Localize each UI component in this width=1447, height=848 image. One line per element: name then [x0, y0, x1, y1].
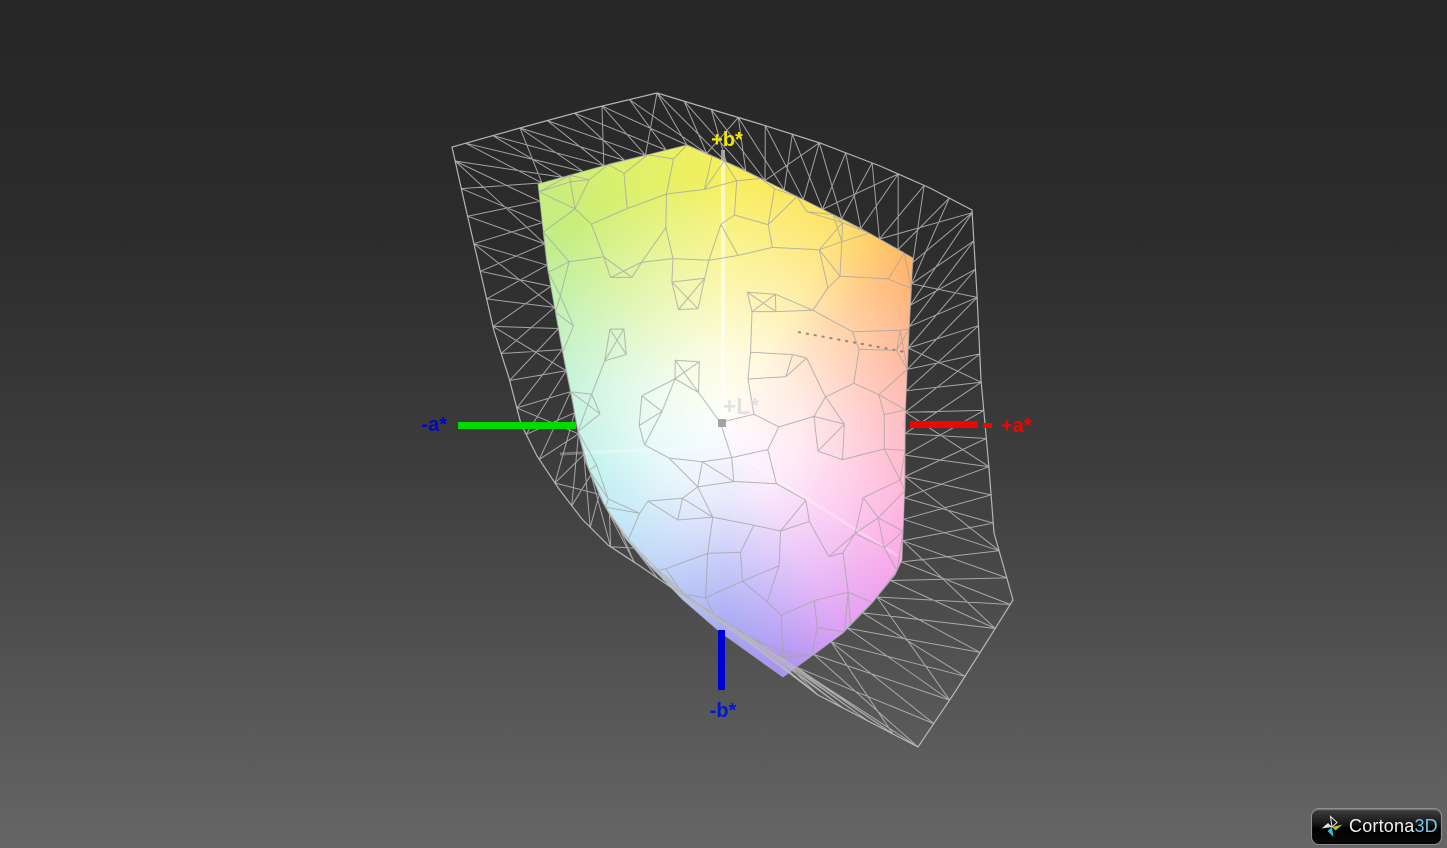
hidden-axis-dashes [797, 331, 906, 353]
axis-line-pos-a [910, 421, 978, 428]
origin-marker [718, 419, 726, 427]
brand-text: Cortona [1349, 816, 1415, 836]
axis-line-pos-a-dash [983, 423, 992, 428]
axis-label-pos-a: +a* [1001, 415, 1032, 437]
axis-label-pos-b: +b* [711, 129, 743, 151]
scene-overlay: +b* -a* +a* -b* +L* [421, 92, 1032, 748]
axis-label-neg-a: -a* [421, 414, 447, 436]
viewer-canvas[interactable]: +b* -a* +a* -b* +L* Cortona 3D [0, 0, 1447, 848]
axis-line-neg-a [458, 422, 576, 429]
axis-label-pos-l: +L* [723, 393, 759, 419]
reference-gamut-wireframe [451, 92, 1014, 748]
axes [458, 419, 992, 690]
cortona3d-logo-icon [1321, 814, 1343, 837]
brand-suffix: 3D [1414, 816, 1438, 836]
axis-line-neg-b [718, 630, 725, 690]
axis-label-neg-b: -b* [710, 700, 737, 722]
cortona3d-badge[interactable]: Cortona 3D [1311, 808, 1442, 845]
